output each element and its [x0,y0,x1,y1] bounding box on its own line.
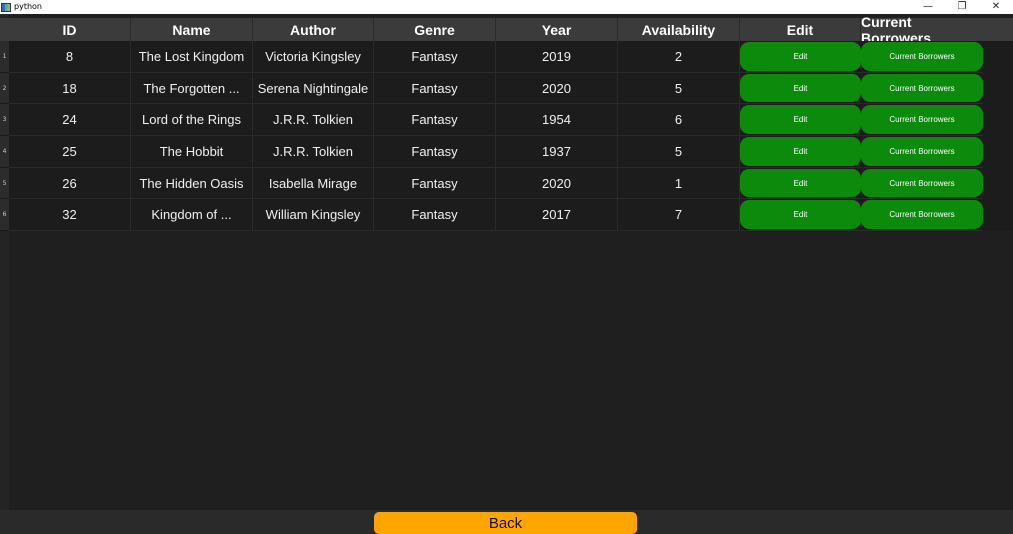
window-controls: — ❐ ✕ [911,0,1013,14]
edit-button[interactable]: Edit [740,105,861,135]
table-row[interactable]: 2 18 The Forgotten ... Serena Nightingal… [0,72,1013,105]
cell-author[interactable]: Isabella Mirage [253,167,374,200]
cell-author[interactable]: William Kingsley [253,199,374,232]
current-borrowers-button[interactable]: Current Borrowers [861,73,983,103]
column-header-name[interactable]: Name [131,18,253,41]
cell-borrowers: Current Borrowers [861,167,983,200]
current-borrowers-button[interactable]: Current Borrowers [861,200,983,230]
cell-availability[interactable]: 5 [618,136,740,168]
cell-availability[interactable]: 6 [618,104,740,137]
cell-year[interactable]: 2020 [496,72,618,105]
cell-edit: Edit [740,136,861,168]
python-app-icon [1,2,11,12]
row-filler [983,136,1013,168]
cell-genre[interactable]: Fantasy [374,199,496,232]
header-filler [983,18,1013,41]
cell-id[interactable]: 24 [9,104,131,137]
cell-id[interactable]: 32 [9,199,131,232]
edit-button[interactable]: Edit [740,137,861,166]
cell-year[interactable]: 1954 [496,104,618,137]
edit-button[interactable]: Edit [740,168,861,198]
window-titlebar: python — ❐ ✕ [0,0,1013,14]
edit-button[interactable]: Edit [740,200,861,230]
close-icon[interactable]: ✕ [979,0,1013,14]
back-button[interactable]: Back [374,512,637,534]
cell-year[interactable]: 2020 [496,167,618,200]
cell-year[interactable]: 1937 [496,136,618,168]
table-body: 1 8 The Lost Kingdom Victoria Kingsley F… [0,41,1013,232]
cell-genre[interactable]: Fantasy [374,72,496,105]
cell-borrowers: Current Borrowers [861,199,983,232]
cell-availability[interactable]: 1 [618,167,740,200]
cell-id[interactable]: 8 [9,41,131,73]
column-header-current-borrowers[interactable]: Current Borrowers [861,14,983,46]
cell-name[interactable]: The Lost Kingdom [131,41,253,73]
column-header-genre[interactable]: Genre [374,18,496,41]
cell-author[interactable]: J.R.R. Tolkien [253,136,374,168]
current-borrowers-button[interactable]: Current Borrowers [861,137,983,166]
table-corner [0,18,9,41]
cell-borrowers: Current Borrowers [861,41,983,73]
edit-button[interactable]: Edit [740,73,861,103]
table-row[interactable]: 5 26 The Hidden Oasis Isabella Mirage Fa… [0,167,1013,200]
cell-borrowers: Current Borrowers [861,104,983,137]
column-header-year[interactable]: Year [496,18,618,41]
cell-borrowers: Current Borrowers [861,72,983,105]
row-filler [983,167,1013,200]
restore-icon[interactable]: ❐ [945,0,979,14]
cell-borrowers: Current Borrowers [861,136,983,168]
column-header-author[interactable]: Author [253,18,374,41]
cell-name[interactable]: Lord of the Rings [131,104,253,137]
cell-author[interactable]: J.R.R. Tolkien [253,104,374,137]
window-title: python [14,2,42,11]
column-header-availability[interactable]: Availability [618,18,740,41]
cell-name[interactable]: The Forgotten ... [131,72,253,105]
cell-id[interactable]: 18 [9,72,131,105]
row-number[interactable]: 1 [0,41,9,73]
minimize-icon[interactable]: — [911,0,945,14]
row-number[interactable]: 2 [0,72,9,105]
cell-year[interactable]: 2017 [496,199,618,232]
cell-author[interactable]: Serena Nightingale [253,72,374,105]
column-header-id[interactable]: ID [9,18,131,41]
cell-genre[interactable]: Fantasy [374,41,496,73]
current-borrowers-button[interactable]: Current Borrowers [861,105,983,135]
row-number[interactable]: 6 [0,199,9,232]
cell-id[interactable]: 25 [9,136,131,168]
table-row[interactable]: 1 8 The Lost Kingdom Victoria Kingsley F… [0,41,1013,73]
cell-edit: Edit [740,72,861,105]
table-header: ID Name Author Genre Year Availability E… [9,14,983,46]
table-row[interactable]: 6 32 Kingdom of ... William Kingsley Fan… [0,199,1013,232]
cell-id[interactable]: 26 [9,167,131,200]
cell-author[interactable]: Victoria Kingsley [253,41,374,73]
books-table: ID Name Author Genre Year Availability E… [0,14,1013,510]
cell-availability[interactable]: 5 [618,72,740,105]
cell-name[interactable]: The Hobbit [131,136,253,168]
cell-genre[interactable]: Fantasy [374,104,496,137]
column-header-edit[interactable]: Edit [740,18,861,41]
row-number[interactable]: 4 [0,136,9,168]
cell-edit: Edit [740,41,861,73]
cell-year[interactable]: 2019 [496,41,618,73]
edit-button[interactable]: Edit [740,42,861,71]
cell-edit: Edit [740,199,861,232]
table-row[interactable]: 3 24 Lord of the Rings J.R.R. Tolkien Fa… [0,104,1013,137]
row-filler [983,199,1013,232]
cell-name[interactable]: Kingdom of ... [131,199,253,232]
cell-name[interactable]: The Hidden Oasis [131,167,253,200]
row-filler [983,72,1013,105]
row-filler [983,104,1013,137]
cell-genre[interactable]: Fantasy [374,136,496,168]
row-filler [983,41,1013,73]
table-row[interactable]: 4 25 The Hobbit J.R.R. Tolkien Fantasy 1… [0,136,1013,168]
row-number[interactable]: 5 [0,167,9,200]
cell-edit: Edit [740,104,861,137]
current-borrowers-button[interactable]: Current Borrowers [861,42,983,71]
cell-edit: Edit [740,167,861,200]
cell-genre[interactable]: Fantasy [374,167,496,200]
current-borrowers-button[interactable]: Current Borrowers [861,168,983,198]
cell-availability[interactable]: 7 [618,199,740,232]
row-number[interactable]: 3 [0,104,9,137]
cell-availability[interactable]: 2 [618,41,740,73]
